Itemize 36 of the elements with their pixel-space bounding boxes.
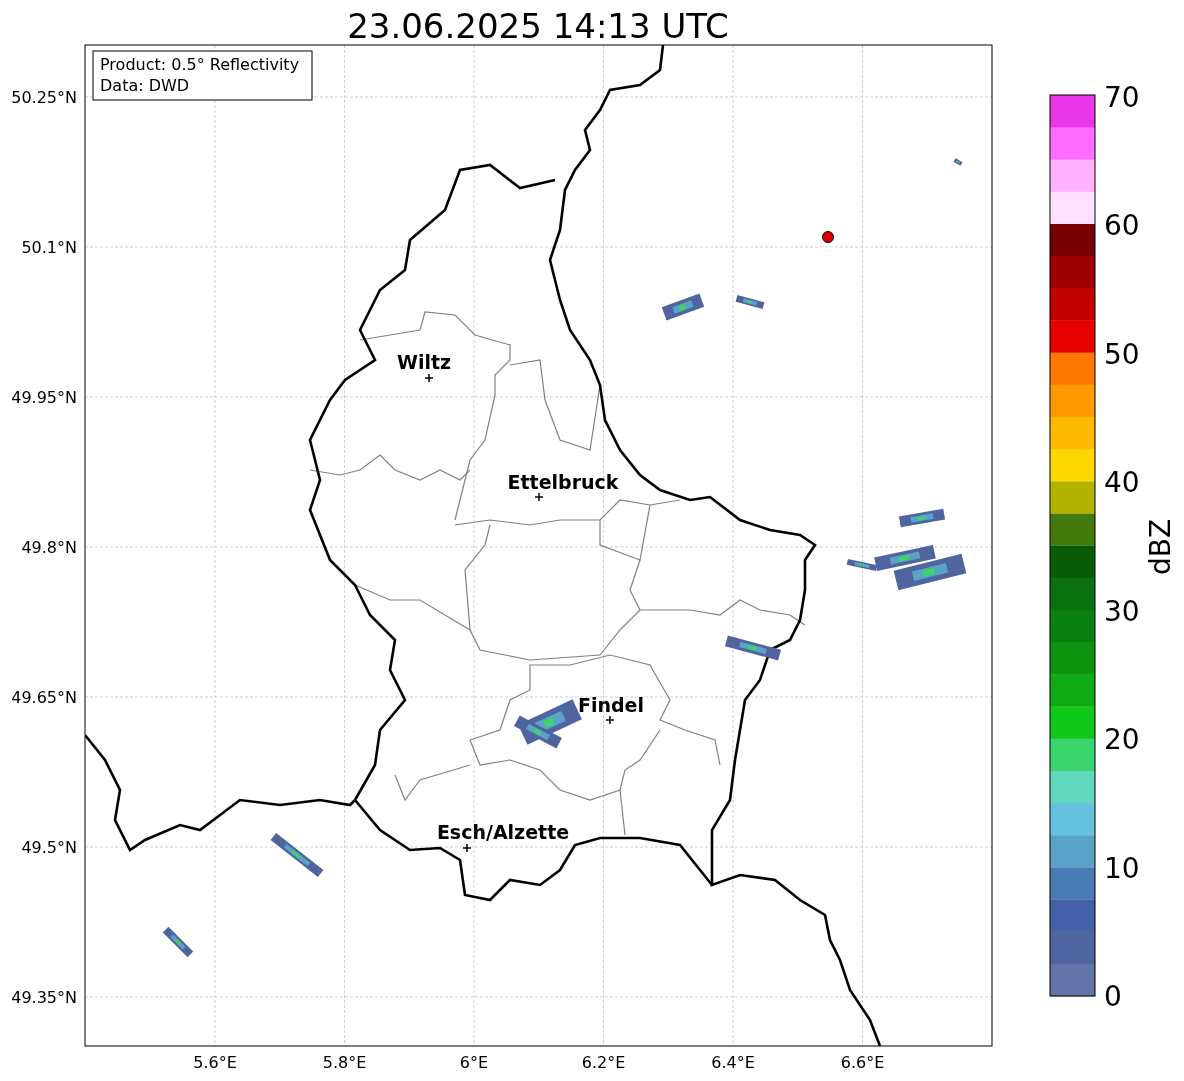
info-text: Data: DWD <box>100 76 190 95</box>
tick-label: 10 <box>1104 851 1140 885</box>
city-marker <box>534 492 544 502</box>
tick-label: 20 <box>1104 723 1140 757</box>
city-label: Ettelbruck <box>507 471 619 493</box>
tick-label: 6°E <box>459 1053 489 1072</box>
city-label: Findel <box>578 694 644 716</box>
tick-label: 6.2°E <box>581 1053 626 1072</box>
tick-label: 30 <box>1104 594 1140 628</box>
tick-label: 50.25°N <box>11 88 77 107</box>
city-marker <box>424 373 434 383</box>
info-text: Product: 0.5° Reflectivity <box>100 55 300 74</box>
tick-label: 50 <box>1104 337 1140 371</box>
tick-label: 49.35°N <box>11 988 77 1007</box>
tick-label: 40 <box>1104 466 1140 500</box>
location-marker <box>822 231 834 243</box>
tick-label: 49.8°N <box>21 538 77 557</box>
tick-label: 0 <box>1104 980 1122 1013</box>
city-marker <box>462 843 472 853</box>
tick-label: 6.6°E <box>840 1053 885 1072</box>
tick-label: 5.6°E <box>193 1053 237 1072</box>
tick-label: 49.5°N <box>21 838 77 857</box>
tick-label: 60 <box>1104 209 1140 243</box>
map-title: 23.06.2025 14:13 UTC <box>347 6 729 46</box>
radar-echo <box>735 295 765 309</box>
tick-label: 50.1°N <box>21 238 77 257</box>
tick-label: 5.8°E <box>322 1053 367 1072</box>
tick-label: 49.65°N <box>11 688 77 707</box>
city-label: Esch/Alzette <box>436 821 570 843</box>
axis-label: dBZ <box>1144 518 1177 576</box>
tick-label: 49.95°N <box>11 388 77 407</box>
tick-label: 70 <box>1104 81 1140 114</box>
city-label: Wiltz <box>396 351 452 373</box>
city-marker <box>605 715 615 725</box>
tick-label: 6.4°E <box>711 1053 755 1072</box>
radar-echo <box>953 158 963 166</box>
